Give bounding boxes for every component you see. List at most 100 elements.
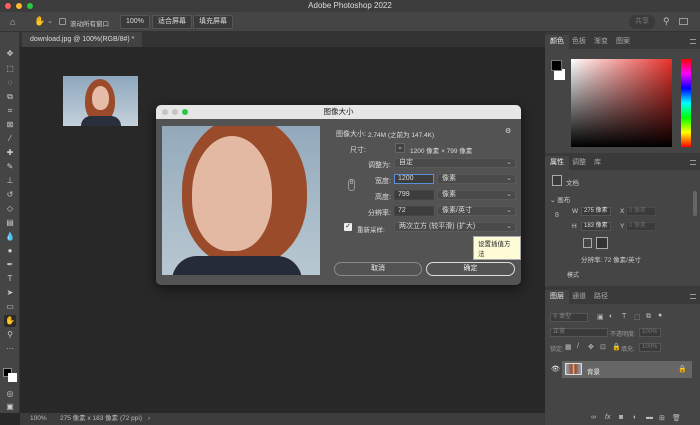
dodge-tool-icon[interactable]: ● — [4, 245, 16, 257]
search-icon[interactable]: ⚲ — [663, 16, 670, 27]
zoom-100-button[interactable]: 100% — [120, 15, 150, 29]
tab-paths[interactable]: 路径 — [589, 290, 613, 304]
workspace-icon[interactable] — [679, 18, 688, 25]
eyedropper-tool-icon[interactable]: ⁄ — [4, 133, 16, 145]
resample-checkbox[interactable]: ✓ — [344, 223, 352, 231]
link-layers-icon[interactable]: ∞ — [591, 414, 596, 421]
type-tool-icon[interactable]: T — [4, 273, 16, 285]
crop-tool-icon[interactable]: ⌗ — [4, 105, 16, 117]
eraser-tool-icon[interactable]: ◇ — [4, 203, 16, 215]
screen-mode-icon[interactable]: ▣ — [4, 401, 16, 413]
canvas-section-toggle[interactable]: ⌄ 画布 — [550, 194, 570, 204]
fx-icon[interactable]: fx — [605, 414, 610, 421]
filter-shape-icon[interactable]: ⬚ — [634, 313, 641, 321]
dimensions-unit-dropdown[interactable]: ⌄ — [395, 143, 405, 153]
height-input[interactable]: 799 — [394, 190, 434, 200]
height-unit-dropdown[interactable]: 像素 ⌄ — [437, 190, 516, 200]
quick-mask-icon[interactable]: ◎ — [4, 388, 16, 400]
cancel-button[interactable]: 取消 — [334, 262, 422, 276]
background-color-swatch[interactable] — [8, 373, 17, 382]
color-field[interactable] — [571, 59, 672, 147]
gradient-tool-icon[interactable]: ▤ — [4, 217, 16, 229]
home-icon[interactable]: ⌂ — [10, 17, 15, 27]
filter-adjustment-icon[interactable]: ◐ — [609, 313, 613, 320]
tab-color[interactable]: 颜色 — [545, 35, 569, 49]
scroll-all-checkbox[interactable] — [59, 18, 66, 25]
tab-properties[interactable]: 属性 — [545, 156, 569, 170]
tab-channels[interactable]: 通道 — [567, 290, 591, 304]
lock-artboard-icon[interactable]: ⊡ — [600, 343, 606, 351]
lasso-tool-icon[interactable]: ◌ — [4, 77, 16, 89]
tab-layers[interactable]: 图层 — [545, 290, 569, 304]
history-brush-icon[interactable]: ↺ — [4, 189, 16, 201]
share-button[interactable]: 共享 — [629, 15, 655, 29]
panel-menu-icon[interactable] — [690, 39, 696, 44]
properties-scrollbar[interactable] — [693, 191, 697, 216]
lock-transparent-icon[interactable]: ▦ — [565, 343, 572, 351]
delete-layer-icon[interactable]: 🗑 — [672, 414, 681, 422]
blend-mode-dropdown[interactable]: 正常 — [550, 328, 608, 337]
fit-to-dropdown[interactable]: 自定 ⌄ — [394, 158, 516, 168]
tab-libraries[interactable]: 库 — [589, 156, 606, 170]
tab-patterns[interactable]: 图案 — [611, 35, 635, 49]
dialog-close-button[interactable] — [162, 109, 168, 115]
dialog-zoom-button[interactable] — [182, 109, 188, 115]
zoom-tool-icon[interactable]: ⚲ — [4, 329, 16, 341]
width-input[interactable]: 1200 — [394, 174, 434, 184]
fill-input[interactable]: 100% — [639, 343, 661, 352]
healing-tool-icon[interactable]: ✚ — [4, 147, 16, 159]
canvas-x-input[interactable]: 0 像素 — [626, 207, 656, 216]
opacity-input[interactable]: 100% — [639, 328, 661, 337]
minimize-window-button[interactable] — [16, 3, 22, 9]
layer-row[interactable]: 背景 🔒 — [562, 361, 692, 378]
document-tab[interactable]: download.jpg @ 100%(RGB/8#) * — [22, 32, 143, 47]
tab-gradients[interactable]: 渐变 — [589, 35, 613, 49]
eye-icon[interactable]: 👁 — [551, 365, 560, 373]
filter-type-icon[interactable]: T — [622, 313, 626, 320]
layer-filter-dropdown[interactable]: ⚲ 类型 — [550, 313, 588, 322]
rectangle-tool-icon[interactable]: ▭ — [4, 301, 16, 313]
panel-menu-icon[interactable] — [690, 294, 696, 299]
panel-menu-icon[interactable] — [690, 160, 696, 165]
filter-toggle-icon[interactable]: ● — [658, 312, 662, 319]
add-mask-icon[interactable]: ◙ — [619, 414, 623, 421]
object-select-tool-icon[interactable]: ⧉ — [4, 91, 16, 103]
pen-tool-icon[interactable]: ✒ — [4, 259, 16, 271]
close-window-button[interactable] — [5, 3, 11, 9]
path-select-tool-icon[interactable]: ➤ — [4, 287, 16, 299]
adjustment-layer-icon[interactable]: ◐ — [633, 414, 637, 421]
hand-tool-icon[interactable]: ✋ — [34, 16, 45, 27]
ok-button[interactable]: 确定 — [426, 262, 515, 276]
marquee-tool-icon[interactable]: ⬚ — [4, 63, 16, 75]
maximize-window-button[interactable] — [27, 3, 33, 9]
new-layer-icon[interactable]: ⊞ — [659, 414, 665, 422]
portrait-orientation-icon[interactable] — [583, 238, 592, 248]
width-unit-dropdown[interactable]: 像素 ⌄ — [437, 174, 516, 184]
hue-slider[interactable] — [681, 59, 691, 147]
tab-adjustments[interactable]: 调整 — [567, 156, 591, 170]
resample-method-dropdown[interactable]: 两次立方 (较平滑) (扩大) ⌄ — [394, 222, 516, 232]
canvas-width-input[interactable]: 275 像素 — [581, 207, 611, 216]
brush-tool-icon[interactable]: ✎ — [4, 161, 16, 173]
blur-tool-icon[interactable]: 💧 — [4, 231, 16, 243]
foreground-swatch[interactable] — [551, 60, 562, 71]
filter-smart-object-icon[interactable]: ⧉ — [646, 313, 651, 321]
hand-tool-icon[interactable]: ✋ — [4, 315, 16, 327]
fill-screen-button[interactable]: 填充屏幕 — [193, 15, 233, 29]
tab-swatches[interactable]: 色板 — [567, 35, 591, 49]
lock-image-icon[interactable]: / — [577, 343, 579, 350]
move-tool-icon[interactable]: ✥ — [4, 48, 16, 60]
more-tools-icon[interactable]: ··· — [4, 343, 16, 355]
canvas-y-input[interactable]: 0 像素 — [626, 222, 656, 231]
new-group-icon[interactable]: ▬ — [646, 414, 653, 421]
fit-screen-button[interactable]: 适合屏幕 — [152, 15, 192, 29]
resolution-unit-dropdown[interactable]: 像素/英寸 ⌄ — [437, 206, 516, 216]
gear-icon[interactable]: ⚙ — [505, 127, 511, 135]
link-icon[interactable]: 8 — [555, 212, 559, 219]
lock-all-icon[interactable]: 🔒 — [612, 343, 621, 351]
stamp-tool-icon[interactable]: ⊥ — [4, 175, 16, 187]
chevron-down-icon[interactable]: ⌄ — [47, 17, 53, 25]
zoom-level[interactable]: 100% — [30, 413, 47, 425]
frame-tool-icon[interactable]: ⊠ — [4, 119, 16, 131]
filter-pixel-icon[interactable]: ▣ — [597, 313, 604, 321]
